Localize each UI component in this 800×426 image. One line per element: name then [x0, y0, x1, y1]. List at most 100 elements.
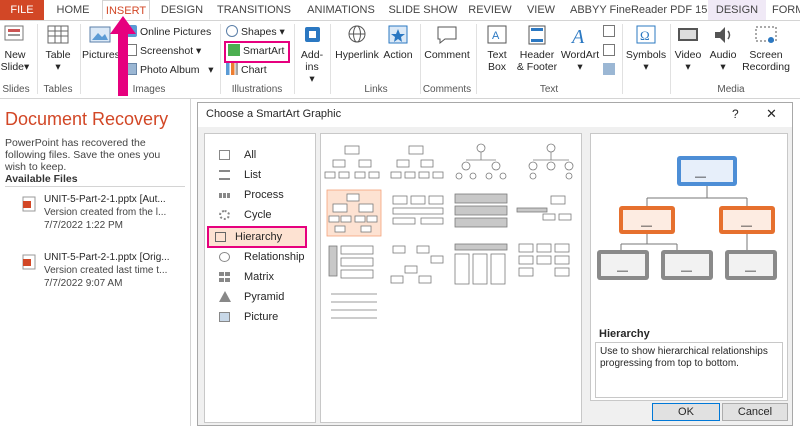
- category-label: Picture: [244, 311, 279, 323]
- header-footer-button[interactable]: Header & Footer: [514, 24, 560, 73]
- object-icon: [603, 63, 615, 75]
- layout-thumbnail: [516, 195, 572, 221]
- video-icon: [678, 28, 698, 41]
- wordart-button[interactable]: A WordArt ▾: [560, 24, 600, 73]
- group-label-text: Text: [539, 84, 559, 95]
- tab-design-contextual[interactable]: DESIGN: [708, 0, 766, 20]
- text-icon: [603, 25, 615, 37]
- cancel-button[interactable]: Cancel: [722, 403, 788, 421]
- ok-button[interactable]: OK: [652, 403, 720, 421]
- category-label: Process: [244, 189, 284, 201]
- group-divider: [622, 24, 623, 94]
- symbols-button[interactable]: Ω Symbols ▾: [624, 24, 668, 73]
- category-label: Relationship: [244, 251, 305, 263]
- screen-recording-label-2: Recording: [742, 61, 790, 73]
- wordart-label: WordArt: [560, 49, 600, 61]
- svg-text:Ω: Ω: [640, 28, 650, 43]
- new-slide-button[interactable]: New Slide▾: [0, 24, 30, 73]
- preview-node-text: —: [745, 265, 756, 277]
- tab-design[interactable]: DESIGN: [160, 0, 204, 20]
- group-divider: [220, 24, 221, 94]
- layout-thumbnail: [331, 293, 377, 319]
- tab-abbyy[interactable]: ABBYY FineReader PDF 15: [570, 0, 707, 20]
- screen-recording-icon: [755, 26, 777, 43]
- tab-animations[interactable]: ANIMATIONS: [304, 0, 378, 20]
- tab-view[interactable]: VIEW: [522, 0, 560, 20]
- picture-icon: [219, 312, 230, 322]
- group-label-images: Images: [132, 84, 166, 95]
- comment-button[interactable]: Comment: [422, 24, 472, 61]
- file-description: Version created last time t...: [44, 265, 168, 276]
- video-button[interactable]: Video ▾: [672, 24, 704, 73]
- audio-label: Audio: [709, 49, 737, 61]
- dialog-title: Choose a SmartArt Graphic: [206, 108, 342, 120]
- group-divider: [330, 24, 331, 94]
- tab-review[interactable]: REVIEW: [468, 0, 512, 20]
- svg-text:A: A: [492, 30, 500, 42]
- matrix-icon: [219, 272, 230, 282]
- text-small-icon-1[interactable]: [603, 24, 617, 40]
- chevron-down-icon: ▾: [309, 73, 315, 85]
- hyperlink-button[interactable]: Hyperlink: [334, 24, 380, 61]
- new-slide-icon: [4, 25, 24, 41]
- wordart-icon: A: [570, 26, 585, 46]
- group-divider: [80, 24, 81, 94]
- hyperlink-icon: [348, 25, 366, 43]
- preview-node-text: —: [681, 265, 692, 277]
- header-footer-icon: [528, 25, 546, 45]
- photo-album-button[interactable]: Photo Album ▾: [125, 62, 214, 78]
- group-divider: [670, 24, 671, 94]
- chevron-down-icon: ▾: [720, 61, 726, 73]
- online-pictures-label: Online Pictures: [140, 26, 212, 38]
- recovered-file-item[interactable]: UNIT-5-Part-2-1.pptx [Aut... Version cre…: [22, 194, 187, 240]
- screen-recording-label-1: Screen: [749, 49, 783, 61]
- preview-diagram: [597, 156, 777, 280]
- preview-node-text: —: [695, 171, 706, 183]
- smartart-icon: [228, 44, 240, 56]
- layout-thumbnail: [455, 143, 507, 180]
- tab-slide-show[interactable]: SLIDE SHOW: [388, 0, 458, 20]
- group-label-tables: Tables: [43, 84, 73, 95]
- close-button[interactable]: ✕: [766, 106, 777, 122]
- audio-icon: [715, 27, 731, 43]
- file-date: 7/7/2022 9:07 AM: [44, 278, 123, 289]
- table-button[interactable]: Table ▾: [42, 24, 74, 73]
- text-small-icon-3[interactable]: [603, 62, 617, 78]
- tab-file[interactable]: FILE: [0, 0, 44, 20]
- category-label: Cycle: [244, 209, 272, 221]
- chevron-down-icon: ▾: [577, 61, 583, 73]
- textbox-icon: A: [487, 25, 507, 44]
- category-hierarchy[interactable]: Hierarchy: [207, 226, 307, 248]
- category-label: Hierarchy: [235, 231, 283, 243]
- shapes-button[interactable]: Shapes ▾: [226, 24, 285, 40]
- chart-label: Chart: [241, 64, 267, 76]
- smartart-button[interactable]: SmartArt: [224, 41, 291, 63]
- recovery-message: PowerPoint has recovered the following f…: [5, 137, 161, 173]
- text-small-icon-2[interactable]: [603, 43, 617, 59]
- addins-button[interactable]: Add-ins ▾: [296, 24, 328, 85]
- help-button[interactable]: ?: [732, 107, 739, 121]
- layout-thumbnail: [392, 195, 444, 225]
- layout-thumbnail: [390, 245, 444, 284]
- chart-button[interactable]: Chart: [226, 62, 267, 78]
- layout-thumbnail: [390, 145, 444, 179]
- preview-description: Use to show hierarchical relationships p…: [595, 342, 783, 398]
- list-icon: [219, 170, 230, 180]
- group-label-media: Media: [717, 84, 745, 95]
- table-label: Table: [45, 49, 71, 61]
- action-button[interactable]: Action: [380, 24, 416, 61]
- tab-format[interactable]: FORM: [772, 0, 800, 20]
- arrow-pointer: [110, 16, 136, 96]
- category-label: Matrix: [244, 271, 274, 283]
- tab-transitions[interactable]: TRANSITIONS: [214, 0, 294, 20]
- tab-home[interactable]: HOME: [54, 0, 92, 20]
- preview-node-text: —: [641, 220, 652, 232]
- audio-button[interactable]: Audio ▾: [706, 24, 740, 73]
- group-label-illustrations: Illustrations: [231, 84, 283, 95]
- chevron-down-icon: ▾: [643, 61, 649, 73]
- number-icon: [603, 44, 615, 56]
- shapes-icon: [226, 25, 238, 37]
- textbox-button[interactable]: A Text Box: [480, 24, 514, 73]
- screen-recording-button[interactable]: Screen Recording: [740, 24, 792, 73]
- recovered-file-item[interactable]: UNIT-5-Part-2-1.pptx [Orig... Version cr…: [22, 252, 187, 298]
